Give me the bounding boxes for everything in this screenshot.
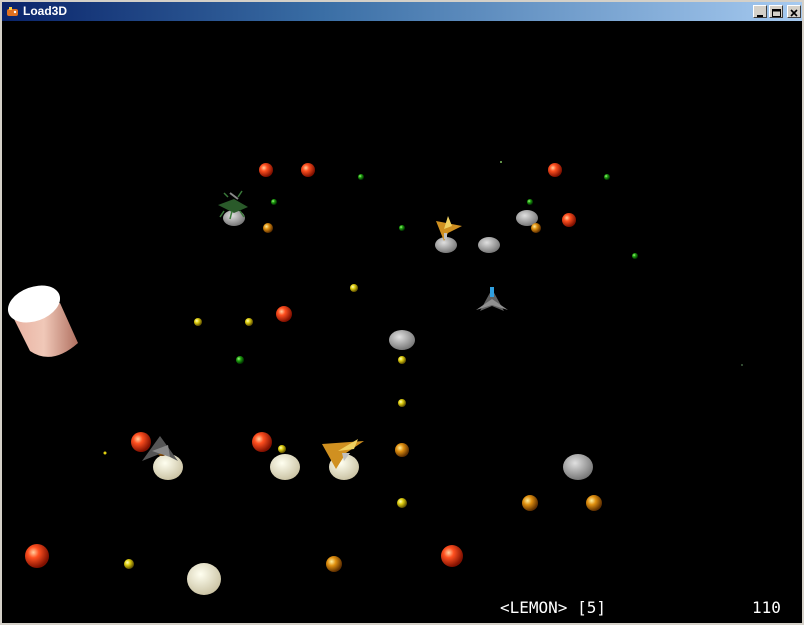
- close-icon: [790, 9, 798, 17]
- yellow-orb: [398, 399, 406, 407]
- pad: [435, 237, 457, 253]
- red-orb: [548, 163, 562, 177]
- green-orb: [358, 174, 364, 180]
- landing-pads: [153, 210, 593, 595]
- gold-ship-small: [436, 216, 462, 241]
- pad: [187, 563, 221, 595]
- yellow-orb: [103, 451, 107, 455]
- orange-orb: [531, 223, 541, 233]
- red-orb: [252, 432, 272, 452]
- orange-orb: [263, 223, 273, 233]
- maximize-button[interactable]: [769, 5, 783, 18]
- weapon-indicator: <LEMON> [5]: [500, 598, 606, 617]
- orange-orb: [395, 443, 409, 457]
- orange-orb: [586, 495, 602, 511]
- yellow-orb: [124, 559, 134, 569]
- close-button[interactable]: [787, 5, 801, 18]
- player-ship: [476, 287, 508, 311]
- green-orb: [741, 364, 743, 366]
- title-bar[interactable]: Load3D: [2, 2, 802, 21]
- yellow-orbs: [103, 284, 407, 569]
- game-viewport[interactable]: [2, 21, 802, 623]
- app-window: Load3D <LEMON> [5] 110: [0, 0, 804, 625]
- pad: [389, 330, 415, 350]
- green-orb: [527, 199, 533, 205]
- red-orb: [562, 213, 576, 227]
- red-orb: [276, 306, 292, 322]
- game-controller-icon: [7, 7, 18, 16]
- orange-orb: [326, 556, 342, 572]
- red-orbs: [25, 163, 576, 568]
- yellow-orb: [278, 445, 286, 453]
- minimize-button[interactable]: [753, 5, 767, 18]
- window-title: Load3D: [23, 4, 68, 18]
- red-orb: [25, 544, 49, 568]
- orange-orbs: [156, 223, 602, 572]
- green-orb: [399, 225, 405, 231]
- score-counter: 110: [752, 598, 781, 617]
- green-orbs: [236, 161, 743, 366]
- green-orb: [271, 199, 277, 205]
- red-orb: [131, 432, 151, 452]
- green-orb: [632, 253, 638, 259]
- red-orb: [301, 163, 315, 177]
- pad: [478, 237, 500, 253]
- yellow-orb: [398, 356, 406, 364]
- cylinder-obstacle: [7, 285, 78, 357]
- red-orb: [259, 163, 273, 177]
- yellow-orb: [194, 318, 202, 326]
- pad: [270, 454, 300, 480]
- yellow-orb: [245, 318, 253, 326]
- minimize-icon: [757, 15, 763, 17]
- maximize-icon: [772, 9, 781, 17]
- green-orb: [236, 356, 244, 364]
- pad: [153, 454, 183, 480]
- orange-orb: [522, 495, 538, 511]
- yellow-orb: [397, 498, 407, 508]
- red-orb: [441, 545, 463, 567]
- yellow-orb: [350, 284, 358, 292]
- green-orb: [500, 161, 502, 163]
- green-orb: [604, 174, 610, 180]
- scene-canvas: [7, 161, 743, 595]
- pad: [563, 454, 593, 480]
